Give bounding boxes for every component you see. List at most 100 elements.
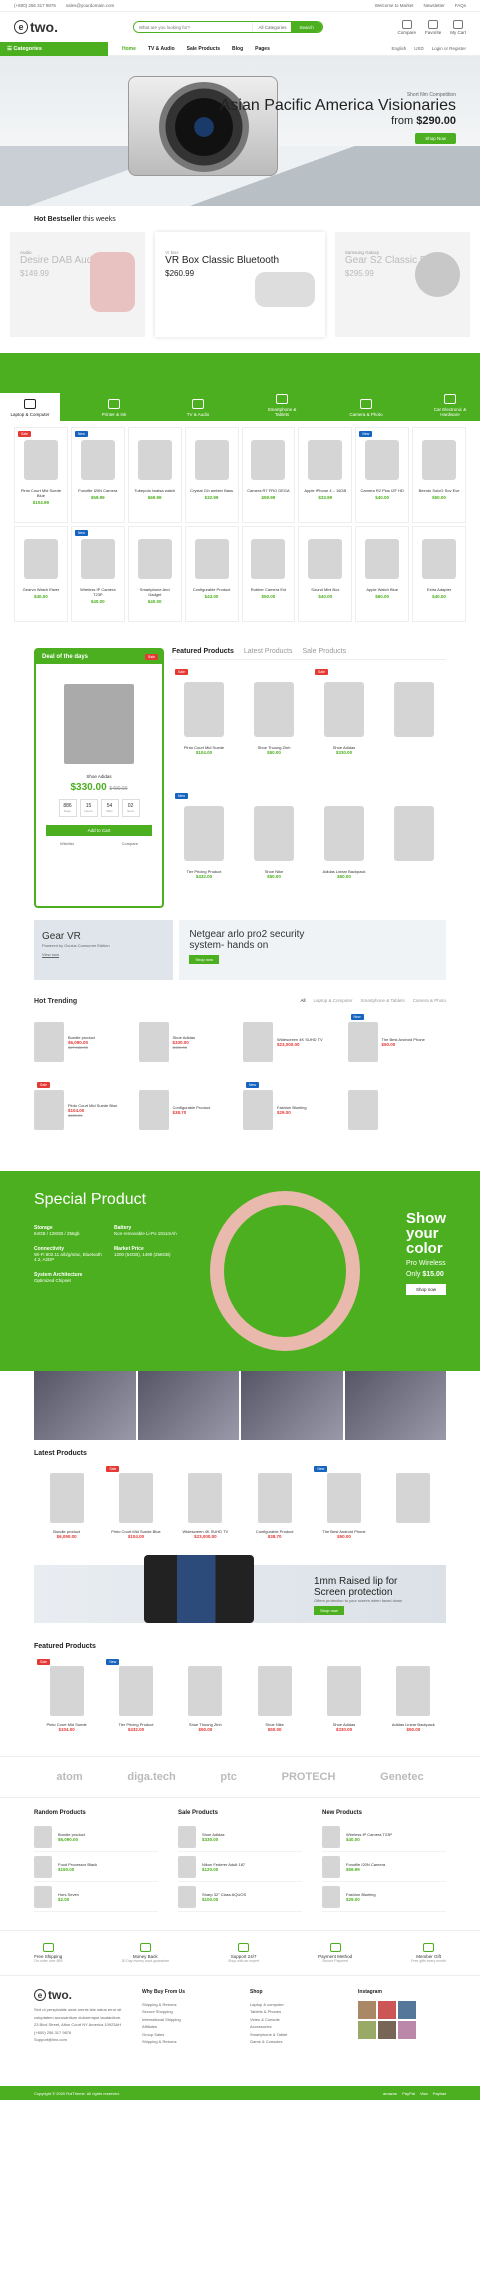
product-image[interactable] [184, 682, 224, 737]
cart-button[interactable]: My Cart [450, 19, 466, 35]
product-name[interactable]: Camera R2 Plus IZF HD [361, 488, 404, 493]
product-card[interactable]: Sale Pinto Court Mid Suede $104.00 [34, 1656, 99, 1748]
product-name[interactable]: Extra Adapter [427, 587, 451, 592]
product-card[interactable]: New Fashion Blueling $29.00 [243, 1079, 342, 1141]
product-card[interactable] [382, 790, 446, 908]
search-button[interactable]: Search [291, 22, 322, 32]
product-image[interactable] [23, 440, 58, 480]
product-image[interactable] [422, 440, 457, 480]
dishwasher-image[interactable] [64, 684, 134, 764]
footer-link[interactable]: Shipping & Returns [142, 2001, 230, 2009]
product-image[interactable] [308, 539, 343, 579]
newsletter-link[interactable]: Newsletter [423, 3, 444, 8]
product-card[interactable]: Widescreen 4K SUHD TV $23,000.00 [243, 1011, 342, 1073]
language-select[interactable]: English [391, 46, 406, 51]
product-card[interactable]: Tubepoto Iwatsa watch $69.99 [127, 427, 182, 523]
cat-tab-car[interactable]: Car Electronic & Hardware [420, 388, 480, 423]
product-image[interactable] [137, 539, 172, 579]
categories-button[interactable]: ☰ Categories [0, 41, 108, 56]
product-image[interactable] [326, 1666, 361, 1716]
product-image[interactable] [308, 440, 343, 480]
product-image[interactable] [251, 539, 286, 579]
product-card[interactable]: New Fonofile I20N Camera $59.99 [70, 427, 125, 523]
product-card[interactable]: Sale Pinto Court Mid Suede $104.00 [172, 666, 236, 784]
product-image[interactable] [80, 440, 115, 480]
footer-link[interactable]: International Shipping [142, 2016, 230, 2024]
product-card[interactable]: New Tier Pricing Product $432.00 [103, 1656, 168, 1748]
product-card[interactable]: Configurable Product $38.70 [242, 1463, 307, 1555]
product-card[interactable]: Shoe Nike $50.00 [242, 1656, 307, 1748]
product-image[interactable] [80, 539, 115, 579]
product-card[interactable]: Bundle product $6,090.00 [34, 1463, 99, 1555]
bestseller-card[interactable]: Samsung Galaxy Gear S2 Classic Black $295.… [334, 231, 471, 337]
tab-sale[interactable]: Sale Products [303, 648, 347, 655]
product-card[interactable]: New Camera R2 Plus IZF HD $40.00 [355, 427, 410, 523]
footer-link[interactable]: Tablets & Phones [250, 2008, 338, 2016]
product-image[interactable] [118, 1473, 153, 1523]
special-shop-button[interactable]: Shop now [405, 1284, 446, 1295]
footer-link[interactable]: Affiliates [142, 2023, 230, 2031]
bestseller-card[interactable]: Audio Desire DAB Audios $149.99 [10, 231, 146, 337]
list-item[interactable]: Bundle product $6,090.00 [34, 1822, 158, 1852]
brand-logo[interactable]: diga.tech [127, 1771, 175, 1783]
product-image[interactable] [394, 682, 434, 737]
product-name[interactable]: Configurable Product [193, 587, 231, 592]
deal-product-name[interactable]: Shoe Adidas [36, 774, 162, 779]
list-item[interactable]: Food Processor Black $150.00 [34, 1852, 158, 1882]
product-card[interactable] [381, 1463, 446, 1555]
product-image[interactable] [365, 440, 400, 480]
screen-protection-banner[interactable]: 1mm Raised lip for Screen protection Off… [34, 1555, 446, 1623]
trend-tab-camera[interactable]: Camera & Photo [413, 998, 446, 1005]
product-image[interactable] [324, 806, 364, 861]
product-name[interactable]: Apple Watch Blue [366, 587, 398, 592]
footer-link[interactable]: Accessories [250, 2023, 338, 2031]
product-image[interactable] [254, 682, 294, 737]
product-card[interactable]: Widescreen 4K SUHD TV $23,000.00 [173, 1463, 238, 1555]
footer-link[interactable]: Laptop & computer [250, 2001, 338, 2009]
site-logo[interactable]: e two. [14, 19, 58, 35]
product-name[interactable]: Sound Mini Box [311, 587, 339, 592]
product-name[interactable]: Crystal Clh ambler Bass [190, 488, 233, 493]
brand-logo[interactable]: PROTECH [282, 1771, 336, 1783]
product-card[interactable]: Apple Watch Blue $60.00 [355, 526, 410, 622]
product-image[interactable] [49, 1666, 84, 1716]
product-image[interactable] [194, 539, 229, 579]
list-item[interactable]: Nikon Federer Adult 187 $120.00 [178, 1852, 302, 1882]
product-name[interactable]: Camera R7 FRO DEGA [247, 488, 289, 493]
product-card[interactable]: Extra Adapter $40.00 [412, 526, 466, 622]
product-name[interactable]: Fonofile I20N Camera [78, 488, 117, 493]
product-card[interactable]: Sound Mini Box $40.00 [298, 526, 353, 622]
search-input[interactable] [133, 22, 253, 32]
footer-link[interactable]: Shipping & Returns [142, 2038, 230, 2046]
product-name[interactable]: Beeoto SoloG Sov Eve [419, 488, 460, 493]
list-item[interactable]: Sharp 32" Class AQUOS $100.00 [178, 1882, 302, 1912]
product-image[interactable] [396, 1666, 431, 1716]
product-card[interactable]: Bundle product $6,090.00 $47,188.00 [34, 1011, 133, 1073]
favorite-button[interactable]: Favorite [425, 19, 441, 35]
product-name[interactable]: Tubepoto Iwatsa watch [134, 488, 175, 493]
brand-logo[interactable]: Genetec [380, 1771, 423, 1783]
product-card[interactable]: Smartphone And Gadget $40.00 [127, 526, 182, 622]
list-item[interactable]: Wireless IP Camera T23P $40.00 [322, 1822, 446, 1852]
video-thumb[interactable] [241, 1370, 343, 1440]
product-card[interactable]: Shoe Adidas $330.00 $400.00 [138, 1011, 238, 1073]
product-image[interactable] [184, 806, 224, 861]
product-card[interactable] [347, 1079, 447, 1141]
product-card[interactable]: New Wireless IP Camera T23P $40.00 [70, 526, 125, 622]
product-name[interactable]: Pinto Court Mid Suede Blue [19, 488, 63, 498]
nav-pages[interactable]: Pages [255, 46, 270, 52]
product-image[interactable] [194, 440, 229, 480]
product-image[interactable] [49, 1473, 84, 1523]
compare-button[interactable]: Compare [397, 19, 416, 35]
add-to-cart-button[interactable]: Add to Cart [46, 825, 152, 836]
footer-link[interactable]: Game & Consoles [250, 2038, 338, 2046]
product-card[interactable]: Camera R7 FRO DEGA $59.99 [241, 427, 296, 523]
product-card[interactable]: Gearvn Watch Eiwer $40.00 [14, 526, 68, 622]
video-thumb[interactable] [137, 1370, 239, 1440]
brand-logo[interactable]: atom [56, 1771, 82, 1783]
shop-now-button[interactable]: Shop now [189, 955, 220, 964]
product-image[interactable] [23, 539, 58, 579]
login-link[interactable]: Login or Register [432, 46, 466, 51]
product-card[interactable]: Shoe Thuong Zinh $50.00 [242, 666, 306, 784]
product-image[interactable] [365, 539, 400, 579]
